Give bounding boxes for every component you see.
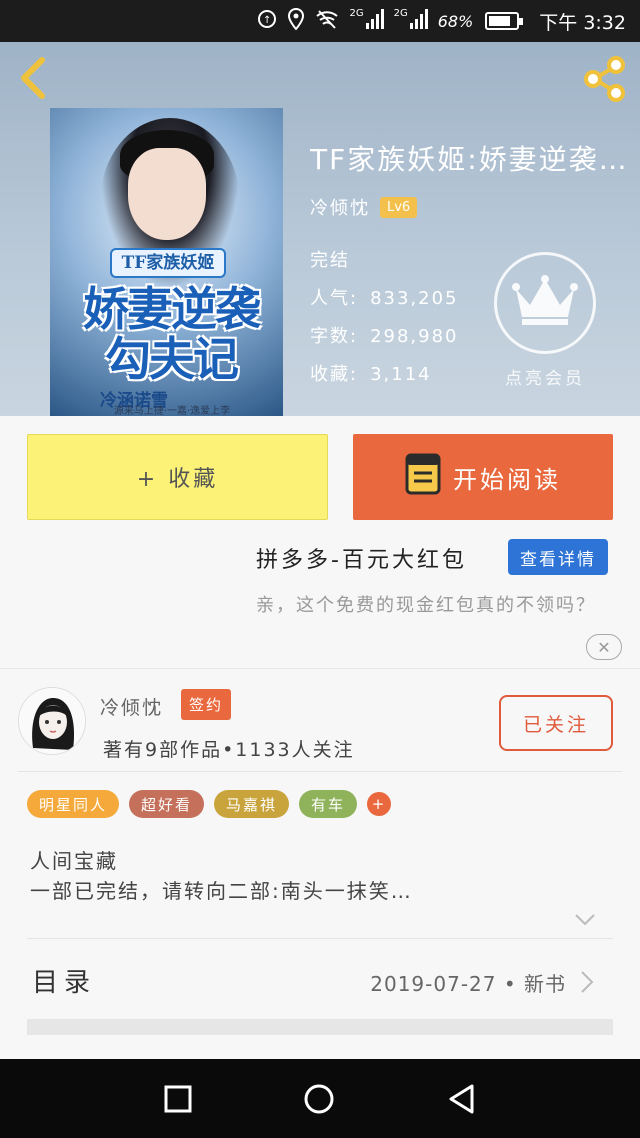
location-icon (287, 7, 305, 35)
network-type-2: 2G (393, 8, 408, 19)
cover-tag: TF家族妖姬 (110, 248, 226, 278)
start-reading-label: 开始阅读 (453, 465, 561, 494)
catalog-label: 目录 (32, 968, 97, 998)
vip-button[interactable] (494, 252, 596, 354)
popularity-label: 人气: (310, 288, 359, 309)
chevron-right-icon (580, 970, 594, 994)
author-row: 冷倾忱 Lv6 (310, 194, 418, 220)
system-nav-bar (0, 1059, 640, 1138)
catalog-row[interactable]: 目录 2019-07-27 • 新书 (0, 940, 640, 1020)
ad-details-button[interactable]: 查看详情 (508, 539, 608, 575)
tag-list: 明星同人 超好看 马嘉祺 有车 + (27, 790, 392, 818)
book-header: TF家族妖姬 娇妻逆袭勾夫记 冷涵诺雪 源来马上捷·一嘉·逸爱上李 TF家族妖姬… (0, 42, 640, 416)
content-placeholder (27, 1019, 613, 1035)
book-status: 完结 (310, 250, 350, 271)
clock: 下午 3:32 (539, 11, 626, 34)
author-stats: 著有9部作品•1133人关注 (103, 739, 355, 761)
battery-icon (485, 12, 524, 30)
circle-icon[interactable] (303, 1083, 335, 1115)
favorites-label: 收藏: (310, 364, 359, 385)
svg-text:↑: ↑ (263, 15, 271, 26)
catalog-update: 2019-07-27 • 新书 (370, 972, 566, 996)
triangle-back-icon[interactable] (446, 1083, 478, 1115)
signal-icon (409, 8, 428, 34)
tag-item[interactable]: 超好看 (129, 790, 205, 818)
intro-line-1: 人间宝藏 (30, 849, 118, 873)
data-icon: ↑ (257, 9, 277, 34)
cover-title: 娇妻逆袭勾夫记 (83, 282, 261, 386)
share-icon[interactable] (580, 54, 630, 104)
favorites-value: 3,114 (370, 364, 432, 385)
tag-item[interactable]: 马嘉祺 (214, 790, 290, 818)
tag-item[interactable]: 明星同人 (27, 790, 120, 818)
signal-icon (365, 8, 384, 34)
book-icon (405, 453, 441, 501)
network-type-1: 2G (349, 8, 364, 19)
collect-button[interactable]: + 收藏 (27, 434, 328, 520)
avatar[interactable] (18, 687, 86, 755)
popularity: 人气: 833,205 (310, 284, 459, 310)
book-intro[interactable]: 人间宝藏 一部已完结，请转向二部:南头一抹笑… (30, 846, 590, 906)
close-icon[interactable]: ✕ (586, 634, 622, 660)
author-card-name[interactable]: 冷倾忱 (100, 693, 163, 720)
cover-slogan: 源来马上捷·一嘉·逸爱上李 (113, 406, 231, 416)
favorites: 收藏: 3,114 (310, 360, 432, 386)
add-tag-button[interactable]: + (367, 792, 392, 816)
book-title: TF家族妖姬:娇妻逆袭… (310, 143, 629, 176)
tag-item[interactable]: 有车 (299, 790, 358, 818)
square-icon[interactable] (162, 1083, 194, 1115)
author-name[interactable]: 冷倾忱 (310, 194, 370, 220)
ad-title[interactable]: 拼多多-百元大红包 (256, 542, 467, 574)
word-count-value: 298,980 (370, 326, 459, 347)
status-bar: ↑ 2G 2G 68% 下午 3:32 (0, 0, 640, 42)
word-count-label: 字数: (310, 326, 359, 347)
level-badge: Lv6 (380, 196, 418, 218)
start-reading-button[interactable]: 开始阅读 (353, 434, 613, 520)
popularity-value: 833,205 (370, 288, 459, 309)
chevron-down-icon[interactable] (574, 912, 596, 926)
vip-label: 点亮会员 (505, 369, 585, 389)
book-cover[interactable]: TF家族妖姬 娇妻逆袭勾夫记 冷涵诺雪 源来马上捷·一嘉·逸爱上李 (50, 108, 283, 416)
signed-badge: 签约 (181, 689, 232, 720)
word-count: 字数: 298,980 (310, 322, 459, 348)
author-card: 冷倾忱 签约 著有9部作品•1133人关注 已关注 (0, 668, 640, 772)
chevron-left-icon[interactable] (14, 56, 54, 100)
ad-description[interactable]: 亲，这个免费的现金红包真的不领吗？ (256, 592, 606, 620)
divider (18, 771, 622, 772)
follow-button[interactable]: 已关注 (499, 695, 613, 751)
battery-percent: 68% (437, 11, 474, 31)
wifi-off-icon (315, 9, 339, 34)
intro-line-2: 一部已完结，请转向二部:南头一抹笑… (30, 879, 413, 903)
crown-icon (512, 275, 578, 331)
divider (27, 938, 613, 939)
